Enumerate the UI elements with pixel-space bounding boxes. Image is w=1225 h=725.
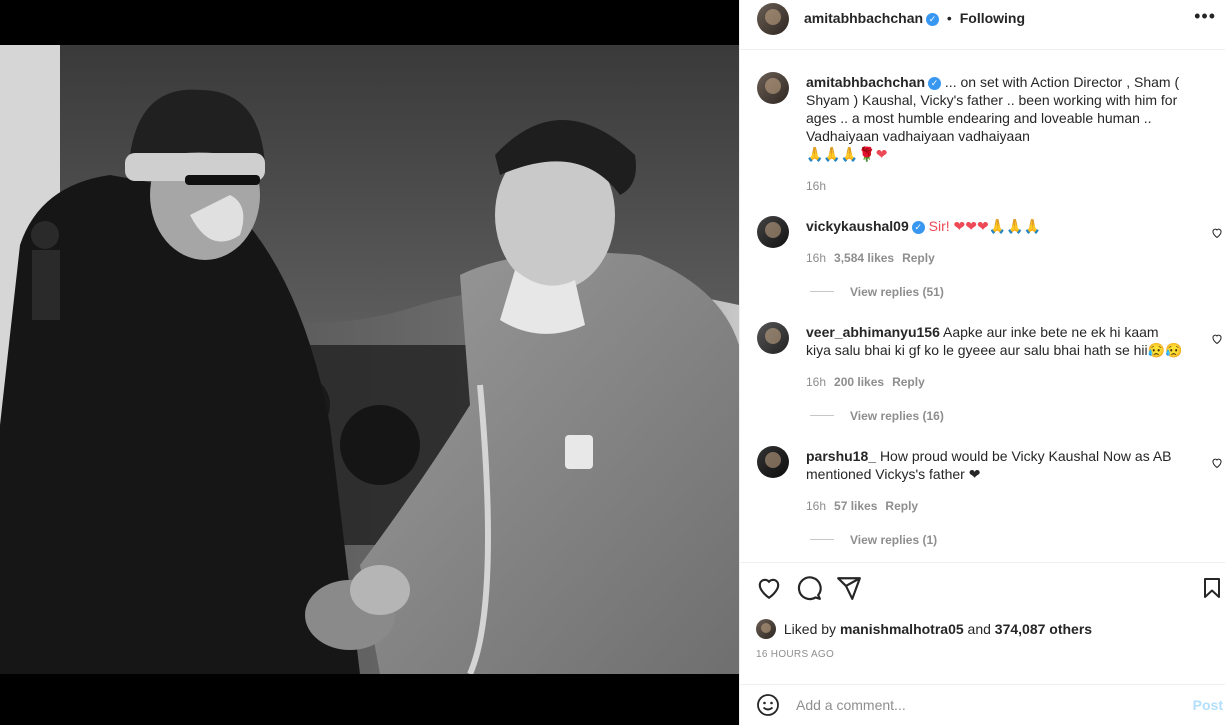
comment-username[interactable]: vickykaushal09 — [806, 218, 909, 234]
comment-likes[interactable]: 3,584 likes — [834, 251, 894, 265]
view-replies-label: View replies (51) — [850, 285, 944, 299]
liker-avatar[interactable] — [756, 619, 776, 639]
comment-like-heart-icon[interactable] — [1211, 457, 1223, 469]
liker-username[interactable]: manishmalhotra05 — [840, 621, 964, 637]
comment-body: Sir! ❤❤❤🙏🙏🙏 — [928, 218, 1042, 234]
caption-time[interactable]: 16h — [806, 179, 826, 193]
likes-others-count[interactable]: 374,087 others — [995, 621, 1092, 637]
comment-text: veer_abhimanyu156 Aapke aur inke bete ne… — [806, 323, 1186, 359]
comment-likes[interactable]: 200 likes — [834, 375, 884, 389]
post-actions: Liked by manishmalhotra05 and 374,087 ot… — [740, 562, 1225, 672]
view-replies-label: View replies (16) — [850, 409, 944, 423]
comment-avatar[interactable] — [757, 216, 789, 248]
comment-text: parshu18_ How proud would be Vicky Kaush… — [806, 447, 1186, 483]
comment-like-heart-icon[interactable] — [1211, 227, 1223, 239]
comment-meta: 16h 57 likes Reply — [806, 499, 918, 513]
comment-username[interactable]: parshu18_ — [806, 448, 876, 464]
author-line: amitabhbachchan ✓ • Following — [804, 10, 1025, 26]
caption-line-2: Vadhaiyaan vadhaiyaan vadhaiyaan — [806, 128, 1030, 144]
comment-text: vickykaushal09 ✓ Sir! ❤❤❤🙏🙏🙏 — [806, 217, 1186, 235]
comment-like-heart-icon[interactable] — [1211, 333, 1223, 345]
verified-badge-icon: ✓ — [911, 221, 925, 234]
comment-avatar[interactable] — [757, 322, 789, 354]
more-options-icon[interactable]: ••• — [1194, 6, 1216, 27]
author-username[interactable]: amitabhbachchan — [804, 10, 923, 26]
caption-text: amitabhbachchan ✓ ... on set with Action … — [806, 73, 1206, 163]
share-icon[interactable] — [836, 575, 862, 601]
post-timestamp[interactable]: 16 HOURS AGO — [756, 649, 834, 660]
comment-time[interactable]: 16h — [806, 375, 826, 389]
replies-line — [810, 291, 834, 292]
comment-time[interactable]: 16h — [806, 499, 826, 513]
following-button[interactable]: Following — [960, 10, 1025, 26]
reply-button[interactable]: Reply — [885, 499, 918, 513]
post-comment-button[interactable]: Post — [1193, 697, 1223, 713]
view-replies-label: View replies (1) — [850, 533, 938, 547]
comment-meta: 16h 200 likes Reply — [806, 375, 925, 389]
reply-button[interactable]: Reply — [892, 375, 925, 389]
caption-username[interactable]: amitabhbachchan — [806, 74, 925, 90]
post-media — [0, 0, 739, 725]
post-header: amitabhbachchan ✓ • Following ••• — [740, 0, 1225, 50]
view-replies-button[interactable]: View replies (16) — [810, 409, 944, 423]
comments-section: amitabhbachchan ✓ ... on set with Action … — [740, 51, 1225, 561]
separator-dot: • — [946, 10, 952, 26]
comment-username[interactable]: veer_abhimanyu156 — [806, 324, 940, 340]
bookmark-icon[interactable] — [1200, 575, 1224, 601]
verified-badge-icon: ✓ — [928, 77, 942, 90]
post-detail-panel: amitabhbachchan ✓ • Following ••• amitabh… — [739, 0, 1225, 725]
reply-button[interactable]: Reply — [902, 251, 935, 265]
view-replies-button[interactable]: View replies (1) — [810, 533, 937, 547]
caption-emoji: 🙏🙏🙏🌹❤ — [806, 146, 888, 162]
comment-icon[interactable] — [796, 575, 822, 601]
add-comment-bar: Post — [740, 684, 1225, 725]
likes-summary: Liked by manishmalhotra05 and 374,087 ot… — [756, 619, 1092, 639]
comment-meta: 16h 3,584 likes Reply — [806, 251, 935, 265]
comment-avatar[interactable] — [757, 446, 789, 478]
view-replies-button[interactable]: View replies (51) — [810, 285, 944, 299]
comment-likes[interactable]: 57 likes — [834, 499, 877, 513]
heart-icon[interactable] — [756, 575, 782, 601]
likes-and: and — [967, 621, 991, 637]
liked-by-prefix: Liked by — [783, 621, 837, 637]
comment-time[interactable]: 16h — [806, 251, 826, 265]
replies-line — [810, 415, 834, 416]
comment-input[interactable] — [796, 693, 1176, 717]
verified-badge-icon: ✓ — [926, 13, 940, 26]
emoji-icon[interactable] — [756, 693, 780, 717]
caption-avatar[interactable] — [757, 72, 789, 104]
author-avatar[interactable] — [757, 3, 789, 35]
replies-line — [810, 539, 834, 540]
post-photo[interactable] — [0, 45, 739, 674]
